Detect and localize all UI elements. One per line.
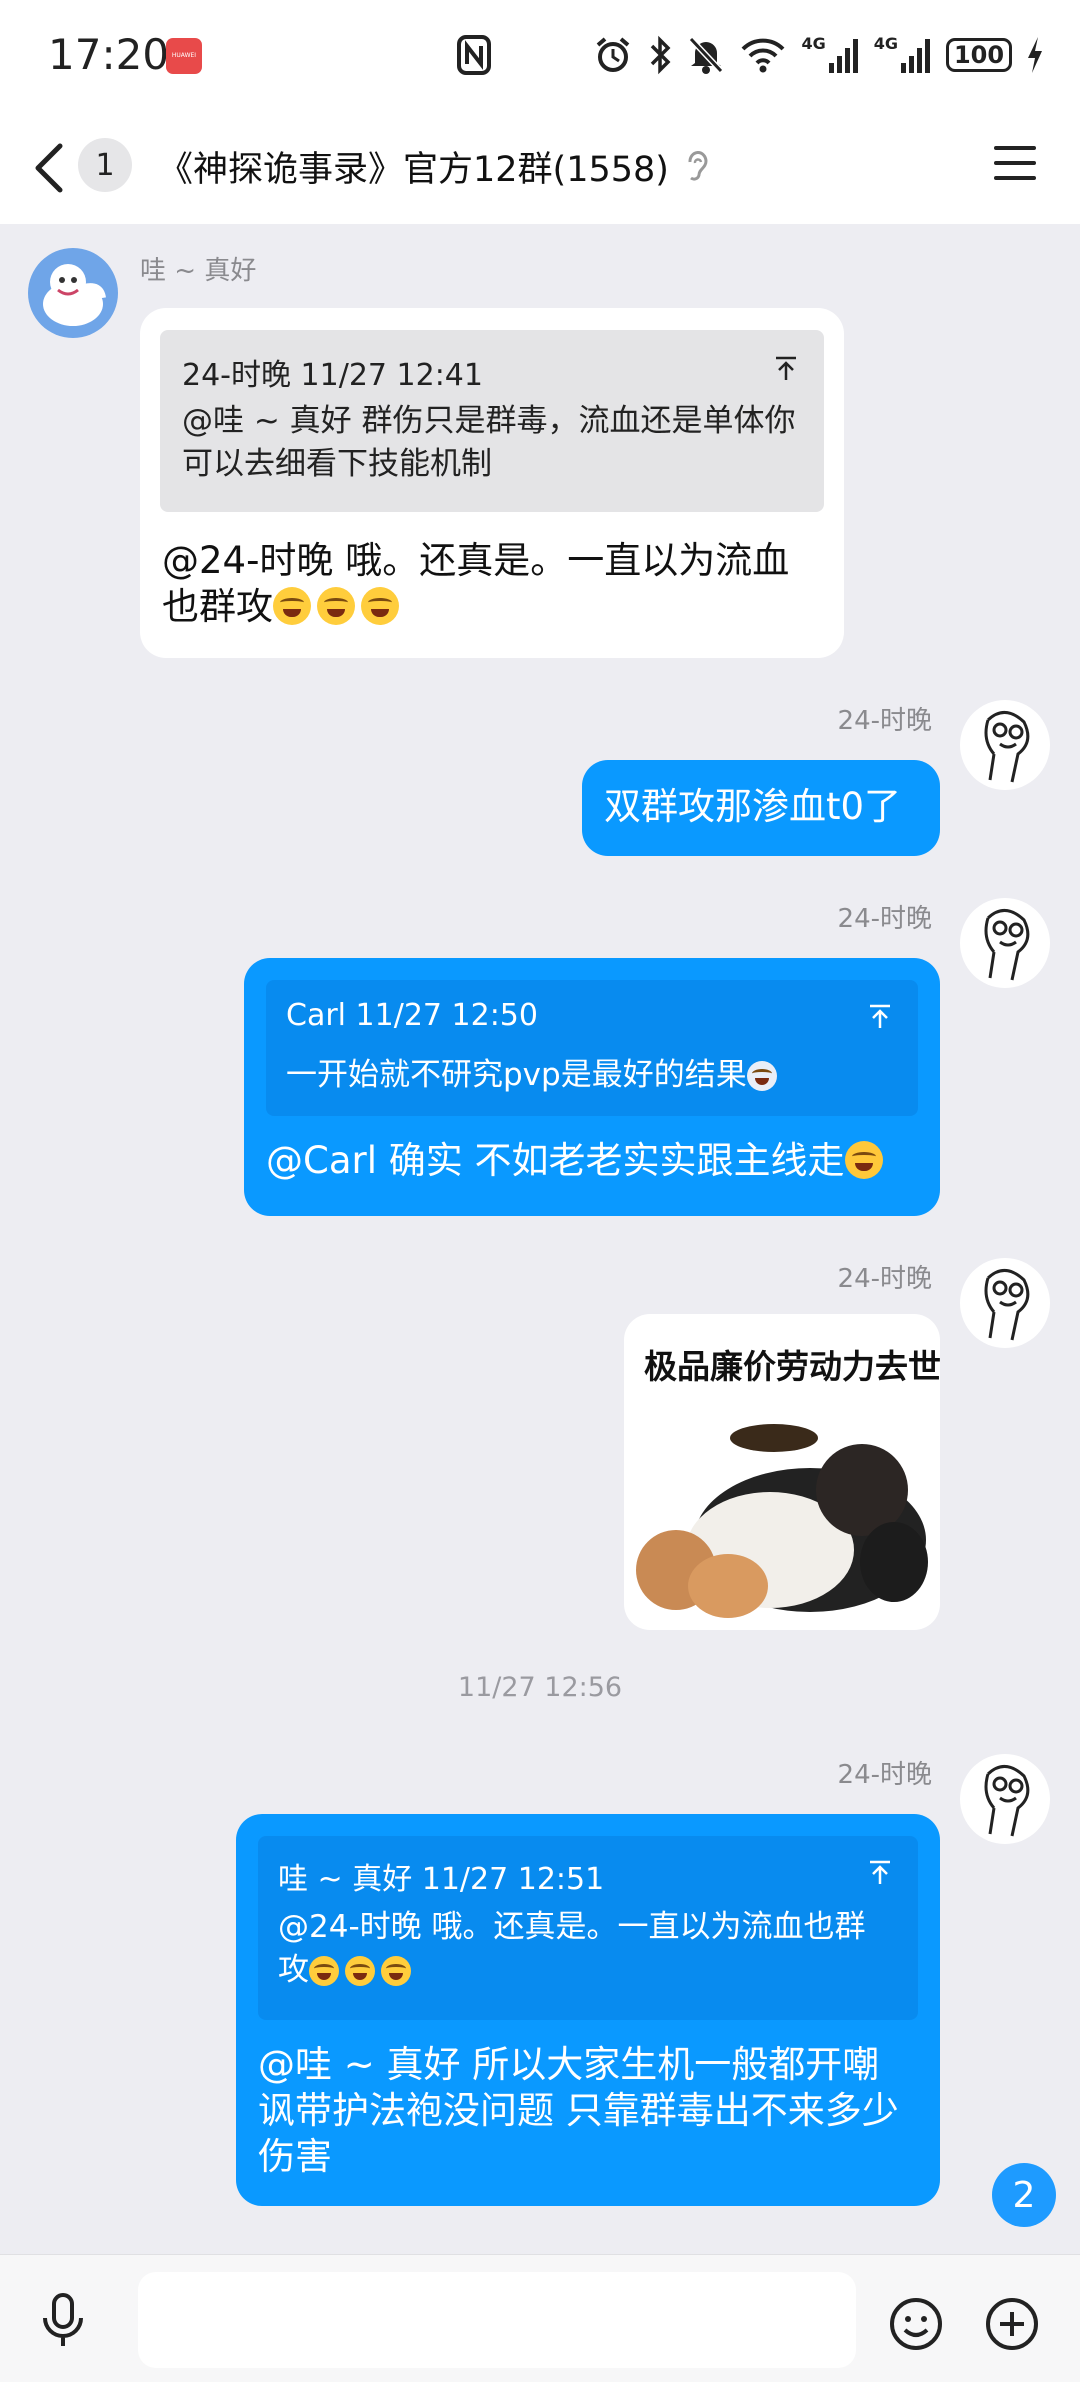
quoted-message[interactable]: 哇 ~ 真好 11/27 12:51 @24-时晚 哦。还真是。一直以为流血也群… <box>258 1836 918 2020</box>
quoted-message[interactable]: 24-时晚 11/27 12:41 @哇 ~ 真好 群伤只是群毒，流血还是单体你… <box>160 330 824 512</box>
back-arrow-icon[interactable] <box>30 140 70 196</box>
quote-body: @24-时晚 哦。还真是。一直以为流血也群攻 <box>278 1906 878 1992</box>
avatar[interactable] <box>960 1754 1050 1844</box>
quote-body: @哇 ~ 真好 群伤只是群毒，流血还是单体你可以去细看下技能机制 <box>182 403 796 482</box>
sender-name: 24-时晚 <box>837 706 932 736</box>
page-title[interactable]: 《神探诡事录》官方12群(1558) <box>158 141 669 192</box>
chat-list[interactable]: 哇 ~ 真好 24-时晚 11/27 12:41 @哇 ~ 真好 群伤只是群毒，… <box>0 224 1080 2254</box>
emoji-icon[interactable] <box>888 2296 944 2352</box>
quote-header: 哇 ~ 真好 11/27 12:51 <box>278 1862 605 1897</box>
unread-count-badge[interactable]: 1 <box>78 138 132 192</box>
avatar-image <box>984 1765 1030 1837</box>
sticker-image[interactable]: 极品廉价劳动力去世 <box>624 1314 940 1630</box>
mic-icon[interactable] <box>40 2292 86 2348</box>
avatar[interactable] <box>960 1258 1050 1348</box>
message-text: @24-时晚 哦。还真是。一直以为流血也群攻 <box>162 538 822 630</box>
message-text-content: @24-时晚 哦。还真是。一直以为流血也群攻 <box>162 539 790 628</box>
laughing-emoji-icon <box>317 587 355 625</box>
avatar[interactable] <box>960 700 1050 790</box>
message-text: @Carl 确实 不如老老实实跟主线走 <box>266 1138 889 1184</box>
sender-name: 哇 ~ 真好 <box>140 256 257 286</box>
avatar[interactable] <box>960 898 1050 988</box>
laughing-emoji-icon <box>273 587 311 625</box>
signal2-icon <box>901 39 930 73</box>
message-text-content: @Carl 确实 不如老老实实跟主线走 <box>266 1139 845 1182</box>
message-bubble[interactable]: Carl 11/27 12:50 一开始就不研究pvp是最好的结果 @Carl … <box>244 958 940 1216</box>
message-text: @哇 ~ 真好 所以大家生机一般都开嘲讽带护法袍没问题 只靠群毒出不来多少伤害 <box>258 2043 899 2178</box>
carrier-badge-label: HUAWEI <box>171 52 197 59</box>
new-message-badge[interactable]: 2 <box>992 2163 1056 2227</box>
quote-header: 24-时晚 11/27 12:41 <box>182 358 483 393</box>
alarm-icon <box>597 37 630 72</box>
laughing-emoji-icon <box>345 1956 375 1986</box>
avatar-image <box>984 909 1030 981</box>
sender-name: 24-时晚 <box>837 1264 932 1294</box>
laughing-emoji-icon <box>361 587 399 625</box>
message-bubble[interactable]: 24-时晚 11/27 12:41 @哇 ~ 真好 群伤只是群毒，流血还是单体你… <box>140 308 844 658</box>
status-icons: 4G 4G 100 <box>593 32 1044 78</box>
laughing-emoji-icon <box>309 1956 339 1986</box>
wifi-icon <box>742 38 785 73</box>
avatar-image <box>43 264 106 326</box>
avatar-image <box>984 711 1030 783</box>
panda-sticker-art <box>636 1424 928 1618</box>
quote-header: Carl 11/27 12:50 <box>286 998 538 1033</box>
message-bubble[interactable]: 双群攻那渗血t0了 <box>582 760 940 856</box>
jump-to-quote-icon[interactable] <box>774 356 798 382</box>
message-text: 双群攻那渗血t0了 <box>604 785 902 828</box>
quoted-message[interactable]: Carl 11/27 12:50 一开始就不研究pvp是最好的结果 <box>266 980 918 1116</box>
ghost-emoji-icon <box>746 1061 777 1091</box>
sender-name: 24-时晚 <box>837 904 932 934</box>
avatar-image <box>984 1269 1030 1341</box>
bluetooth-icon <box>651 35 671 75</box>
nfc-icon <box>457 35 491 75</box>
jump-to-quote-icon[interactable] <box>868 1004 892 1030</box>
sender-name: 24-时晚 <box>837 1760 932 1790</box>
laughing-emoji-icon <box>381 1956 411 1986</box>
quote-body-content: 一开始就不研究pvp是最好的结果 <box>286 1057 747 1093</box>
message-input[interactable] <box>138 2272 856 2368</box>
status-time: 17:20 <box>48 30 170 79</box>
signal2-label: 4G <box>873 33 898 53</box>
sweat-emoji-icon <box>844 1141 883 1179</box>
quote-body: 一开始就不研究pvp是最好的结果 <box>286 1054 906 1097</box>
message-bubble[interactable]: 哇 ~ 真好 11/27 12:51 @24-时晚 哦。还真是。一直以为流血也群… <box>236 1814 940 2206</box>
battery-indicator: 100 <box>946 38 1012 72</box>
carrier-badge: HUAWEI <box>166 38 202 74</box>
menu-icon[interactable] <box>994 146 1036 180</box>
jump-to-quote-icon[interactable] <box>868 1860 892 1886</box>
ear-icon[interactable] <box>684 148 710 184</box>
signal1-label: 4G <box>801 33 826 53</box>
signal1-icon <box>828 39 858 73</box>
charging-icon <box>1028 37 1042 73</box>
avatar[interactable] <box>28 248 118 338</box>
plus-icon[interactable] <box>984 2296 1040 2352</box>
time-divider: 11/27 12:56 <box>457 1672 623 1703</box>
mute-icon <box>689 36 724 74</box>
